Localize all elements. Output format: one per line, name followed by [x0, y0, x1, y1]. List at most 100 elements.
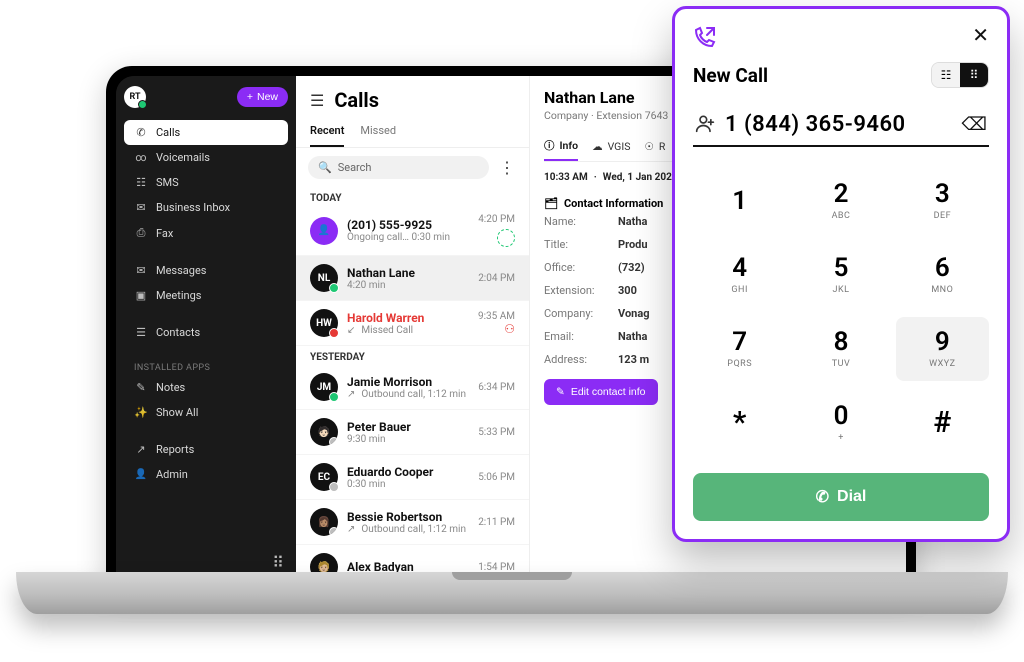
call-time: 9:35 AM — [478, 311, 515, 322]
sidebar-item-label: Notes — [156, 381, 185, 394]
mode-contacts-icon[interactable]: ☷ — [932, 63, 960, 87]
phone-icon: ✆ — [816, 487, 829, 507]
call-list-item[interactable]: 👩🏽 Bessie Robertson↗Outbound call, 1:12 m… — [296, 500, 529, 545]
inbox-icon — [134, 201, 148, 214]
showall-icon — [134, 406, 148, 419]
detail-date: Wed, 1 Jan 2020 — [603, 172, 678, 183]
detail-tab-other[interactable]: ☉R — [644, 132, 665, 161]
call-list-item[interactable]: 👤(201) 555-9925Ongoing call… 0:30 min4:2… — [296, 206, 529, 256]
sidebar-item-msg[interactable]: Messages — [124, 258, 288, 283]
new-button[interactable]: +New — [237, 87, 288, 107]
dial-button[interactable]: ✆ Dial — [693, 473, 989, 521]
call-list-item[interactable]: JMJamie Morrison↗Outbound call, 1:12 min… — [296, 365, 529, 410]
call-sub: ↙Missed Call — [347, 325, 424, 336]
sms-icon — [134, 176, 148, 189]
keypad-key-5[interactable]: 5JKL — [794, 243, 887, 307]
list-section-header: TODAY — [296, 187, 529, 206]
installed-apps-header: INSTALLED APPS — [124, 357, 288, 375]
keypad-key-2[interactable]: 2ABC — [794, 169, 887, 233]
sidebar-item-label: Messages — [156, 264, 206, 277]
search-input[interactable]: 🔍 Search — [308, 156, 489, 179]
keypad-key-6[interactable]: 6MNO — [896, 243, 989, 307]
sidebar-item-reports[interactable]: Reports — [124, 437, 288, 462]
keypad-key-#[interactable]: # — [896, 391, 989, 455]
tab-recent[interactable]: Recent — [310, 124, 344, 147]
inbound-arrow-icon: ↙ — [347, 325, 355, 336]
keypad-key-0[interactable]: 0+ — [794, 391, 887, 455]
call-list-item[interactable]: ECEduardo Cooper0:30 min5:06 PM — [296, 455, 529, 500]
phone-icon — [134, 126, 148, 139]
call-sub: 9:30 min — [347, 434, 411, 445]
sidebar-item-label: Business Inbox — [156, 201, 230, 214]
sidebar-item-label: Voicemails — [156, 151, 210, 164]
dialer-title: New Call — [693, 64, 768, 87]
calls-column: ☰ Calls Recent Missed 🔍 Search — [296, 76, 530, 586]
dialer-number[interactable]: 1 (844) 365-9460 — [725, 112, 952, 137]
contact-card-icon: 🗂 — [544, 197, 558, 210]
keypad-key-1[interactable]: 1 — [693, 169, 786, 233]
keypad-key-*[interactable]: * — [693, 391, 786, 455]
sidebar-item-label: SMS — [156, 176, 179, 189]
sidebar-item-contacts[interactable]: Contacts — [124, 320, 288, 345]
sidebar-item-admin[interactable]: Admin — [124, 462, 288, 487]
sidebar-item-bi[interactable]: Business Inbox — [124, 195, 288, 220]
call-time: 5:33 PM — [478, 427, 515, 438]
call-time: 6:34 PM — [478, 382, 515, 393]
detail-tab-info[interactable]: ⓘInfo — [544, 132, 578, 161]
detail-tab-vgis[interactable]: ☁VGIS — [592, 132, 630, 161]
sidebar-item-label: Meetings — [156, 289, 201, 302]
outgoing-call-icon — [693, 25, 717, 54]
dialpad-icon[interactable]: ⠿ — [272, 553, 284, 572]
notes-icon — [134, 381, 148, 394]
dialer-mode-toggle[interactable]: ☷ ⠿ — [931, 62, 989, 88]
search-icon: 🔍 — [318, 161, 332, 174]
call-list-item[interactable]: NLNathan Lane4:20 min2:04 PM — [296, 256, 529, 301]
avatar: EC — [310, 463, 338, 491]
outbound-arrow-icon: ↗ — [347, 524, 355, 535]
call-name: Bessie Robertson — [347, 510, 466, 524]
sidebar-item-calls[interactable]: Calls — [124, 120, 288, 145]
call-sub: ↗Outbound call, 1:12 min — [347, 389, 466, 400]
mode-keypad-icon[interactable]: ⠿ — [960, 63, 988, 87]
edit-contact-button[interactable]: ✎Edit contact info — [544, 379, 658, 405]
keypad-key-7[interactable]: 7PQRS — [693, 317, 786, 381]
messages-icon — [134, 264, 148, 277]
sidebar-item-meet[interactable]: Meetings — [124, 283, 288, 308]
sidebar-item-fax[interactable]: Fax — [124, 220, 288, 246]
keypad-key-9[interactable]: 9WXYZ — [896, 317, 989, 381]
keypad-key-3[interactable]: 3DEF — [896, 169, 989, 233]
call-sub: ↗Outbound call, 1:12 min — [347, 524, 466, 535]
info-header: Contact Information — [564, 197, 663, 210]
avatar: 👩🏽 — [310, 508, 338, 536]
sidebar: RT +New Calls Voicemails SMS Business Inbox… — [116, 76, 296, 586]
sidebar-item-vm[interactable]: Voicemails — [124, 145, 288, 170]
call-time: 2:11 PM — [478, 517, 515, 528]
call-time: 5:06 PM — [478, 472, 515, 483]
reports-icon — [134, 443, 148, 456]
tab-missed[interactable]: Missed — [360, 124, 396, 147]
keypad-key-4[interactable]: 4GHI — [693, 243, 786, 307]
meetings-icon — [134, 289, 148, 302]
sidebar-item-notes[interactable]: Notes — [124, 375, 288, 400]
backspace-icon[interactable]: ⌫ — [962, 114, 987, 135]
add-contact-icon[interactable] — [695, 113, 715, 137]
user-avatar[interactable]: RT — [124, 86, 146, 108]
close-icon[interactable]: ✕ — [972, 25, 989, 45]
admin-icon — [134, 469, 148, 480]
call-list-item[interactable]: HWHarold Warren↙Missed Call9:35 AM⚇ — [296, 301, 529, 346]
call-list-item[interactable]: 🧑🏻Peter Bauer9:30 min5:33 PM — [296, 410, 529, 455]
detail-time: 10:33 AM — [544, 172, 588, 183]
call-name: Peter Bauer — [347, 420, 411, 434]
sidebar-item-all[interactable]: Show All — [124, 400, 288, 425]
call-name: Eduardo Cooper — [347, 465, 433, 479]
menu-icon[interactable]: ☰ — [310, 91, 324, 110]
sidebar-item-label: Fax — [156, 227, 173, 240]
sidebar-item-sms[interactable]: SMS — [124, 170, 288, 195]
more-icon[interactable]: ⋮ — [497, 158, 517, 177]
ongoing-call-icon — [497, 229, 515, 247]
keypad-key-8[interactable]: 8TUV — [794, 317, 887, 381]
call-name: (201) 555-9925 — [347, 218, 450, 232]
sidebar-item-label: Show All — [156, 406, 198, 419]
sidebar-item-label: Contacts — [156, 326, 200, 339]
avatar: 👤 — [310, 217, 338, 245]
